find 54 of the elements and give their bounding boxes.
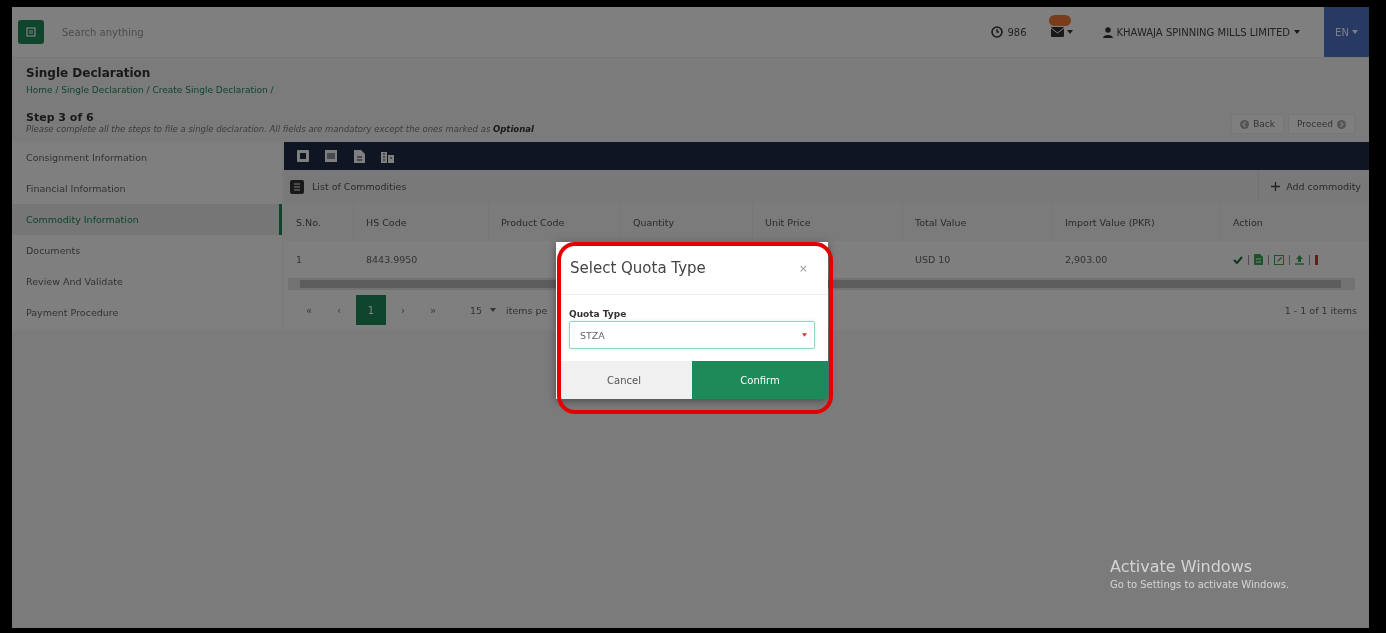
table-cell: 1	[296, 254, 303, 265]
counter-text: 986	[1007, 26, 1027, 38]
column-header[interactable]: Import Value (PKR)	[1053, 203, 1221, 241]
page-button[interactable]: 1	[356, 295, 386, 325]
previous-page-button[interactable]: ‹	[326, 295, 352, 325]
proceed-button[interactable]: Proceed	[1288, 114, 1355, 134]
last-page-button[interactable]: »	[420, 295, 446, 325]
activation-notice-text: Go to Settings to activate Windows.	[1110, 579, 1290, 590]
clock-icon[interactable]	[991, 26, 1004, 38]
column-header[interactable]: HS Code	[354, 203, 489, 241]
page-size-label: items pe	[506, 304, 548, 316]
table-cell: 2,903.00	[1065, 254, 1108, 265]
check-icon[interactable]	[1233, 255, 1243, 264]
company-name[interactable]: KHAWAJA SPINNING MILLS LIMITED	[1116, 26, 1290, 38]
user-icon	[1102, 26, 1113, 38]
column-header[interactable]: S.No.	[284, 203, 354, 241]
language-button[interactable]: EN	[1324, 7, 1369, 57]
column-header[interactable]: Action	[1221, 203, 1369, 241]
menu-icon	[26, 27, 36, 37]
table-cell: 8443.9950	[366, 254, 418, 265]
activation-notice-title: Activate Windows	[1110, 557, 1254, 576]
column-header[interactable]: Total Value	[903, 203, 1053, 241]
column-header[interactable]: Unit Price	[753, 203, 903, 241]
close-button[interactable]: ×	[792, 260, 814, 276]
section-title: List of Commodities	[312, 181, 407, 192]
caret-icon	[490, 308, 497, 312]
cancel-button[interactable]: Cancel	[556, 361, 692, 399]
caret-icon[interactable]	[1294, 30, 1300, 34]
breadcrumb[interactable]: Home / Single Declaration / Create Single Declaration /	[26, 85, 1355, 95]
envelope-icon[interactable]	[1050, 27, 1064, 37]
column-header[interactable]: Product Code	[489, 203, 621, 241]
notification-badge	[1048, 15, 1071, 26]
caret-icon	[802, 333, 807, 337]
sidebar-item[interactable]: Commodity Information	[12, 204, 282, 235]
caret-icon	[1351, 30, 1358, 34]
page-title: Single Declaration	[26, 66, 152, 80]
plus-icon	[1271, 182, 1281, 191]
chevron-right-icon	[1337, 119, 1346, 129]
page-size-dropdown[interactable]: 15	[464, 297, 503, 323]
first-page-button[interactable]: «	[296, 295, 322, 325]
confirm-button[interactable]: Confirm	[692, 361, 828, 399]
column-header[interactable]: Quantity	[621, 203, 753, 241]
delete-icon[interactable]	[1315, 254, 1318, 265]
table-cell: USD 10	[915, 254, 951, 265]
chevron-left-icon	[1240, 119, 1250, 129]
dialog-title: Select Quota Type	[570, 259, 707, 277]
field-label: Quota Type	[569, 309, 628, 319]
caret-icon[interactable]	[1066, 30, 1073, 34]
list-icon	[290, 179, 304, 194]
pagination-summary: 1 - 1 of 1 items	[1284, 304, 1357, 316]
next-page-button[interactable]: ›	[390, 295, 416, 325]
step-title: Step 3 of 6	[26, 111, 95, 124]
quota-type-select[interactable]: STZA	[569, 321, 815, 349]
back-button[interactable]: Back	[1231, 114, 1284, 134]
